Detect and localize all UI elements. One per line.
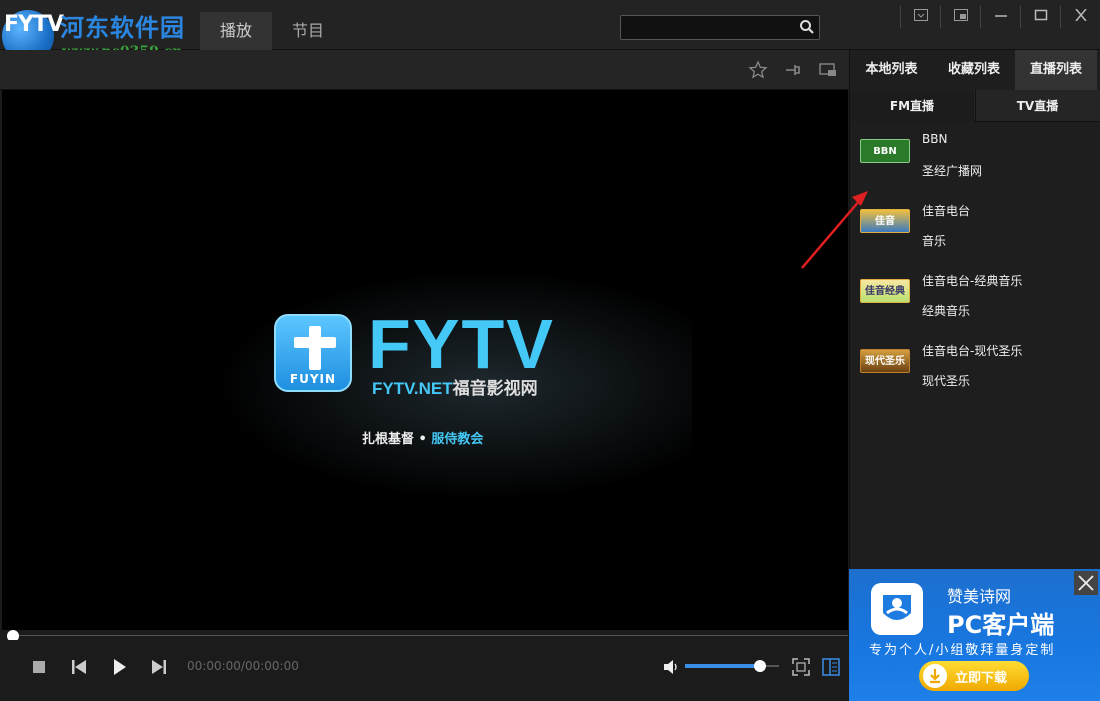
subtab-fm-live[interactable]: FM直播 — [850, 90, 974, 122]
watermark-logo: FYTV 河东软件园 www.pc0359.cn — [0, 2, 200, 62]
play-button[interactable] — [110, 658, 128, 676]
stop-icon — [33, 661, 45, 673]
download-icon — [923, 664, 947, 688]
menu-button[interactable] — [902, 0, 940, 32]
divider — [980, 6, 981, 28]
station-item[interactable]: 佳音经典 佳音电台-经典音乐 经典音乐 — [850, 262, 1100, 330]
ad-title: 赞美诗网 — [947, 587, 1012, 606]
ad-close-button[interactable] — [1074, 571, 1098, 595]
slogan-part-b: 服侍教会 — [431, 432, 484, 447]
minimize-button[interactable] — [982, 0, 1020, 32]
splash-title: FYTV — [368, 305, 555, 383]
splash-site-name: 福音影视网 — [452, 379, 538, 398]
previous-button[interactable] — [70, 658, 88, 676]
station-category: 音乐 — [922, 234, 947, 248]
splash-domain: FYTV.NET — [372, 379, 453, 398]
mini-mode-button[interactable] — [942, 0, 980, 32]
tab-play[interactable]: 播放 — [200, 12, 272, 50]
skip-forward-icon — [152, 660, 166, 674]
speaker-icon — [664, 660, 677, 674]
app-logo-mark: FYTV — [4, 12, 64, 37]
app-icon — [871, 583, 923, 635]
station-item[interactable]: 现代圣乐 佳音电台-现代圣乐 现代圣乐 — [850, 332, 1100, 400]
screen-mode-icon[interactable] — [818, 60, 838, 80]
divider — [940, 6, 941, 28]
station-name: 佳音电台-经典音乐 — [922, 274, 1023, 288]
video-area[interactable]: FUYIN FYTV FYTV.NET福音影视网 扎根基督 • 服侍教会 — [2, 90, 848, 630]
station-logo: 佳音经典 — [860, 279, 910, 303]
live-subtabs: FM直播 TV直播 — [850, 90, 1100, 122]
volume-level — [685, 664, 760, 668]
splash-slogan: 扎根基督 • 服侍教会 — [362, 428, 483, 447]
next-button[interactable] — [150, 658, 168, 676]
slogan-part-a: 扎根基督 — [362, 432, 415, 447]
volume-handle[interactable] — [754, 660, 766, 672]
fuyin-badge-text: FUYIN — [289, 372, 337, 386]
station-category: 经典音乐 — [922, 304, 971, 318]
close-icon — [1078, 575, 1094, 591]
tab-live-list[interactable]: 直播列表 — [1015, 50, 1097, 90]
station-logo: 现代圣乐 — [860, 349, 910, 373]
playlist-icon — [822, 658, 840, 676]
seek-track[interactable] — [12, 635, 848, 636]
divider — [1020, 6, 1021, 28]
seek-bar[interactable] — [2, 630, 848, 642]
divider — [900, 6, 901, 28]
download-button-label: 立即下载 — [955, 671, 1008, 686]
playlist-toggle-button[interactable] — [822, 658, 840, 676]
maximize-icon — [1034, 9, 1048, 21]
search-icon[interactable] — [799, 19, 815, 35]
maximize-button[interactable] — [1022, 0, 1060, 32]
playback-controls: 00:00:00/00:00:00 — [2, 640, 848, 698]
skip-back-icon — [72, 660, 86, 674]
station-category: 现代圣乐 — [922, 374, 971, 388]
station-logo: 佳音 — [860, 209, 910, 233]
volume-button[interactable] — [662, 658, 680, 676]
favorite-star-icon[interactable] — [748, 60, 768, 80]
station-item[interactable]: 佳音 佳音电台 音乐 — [850, 192, 1100, 260]
station-name: BBN — [922, 132, 948, 146]
subtab-tv-live[interactable]: TV直播 — [975, 90, 1099, 122]
tab-local-list[interactable]: 本地列表 — [850, 50, 933, 90]
divider — [1060, 6, 1061, 28]
tab-program[interactable]: 节目 — [272, 12, 344, 50]
download-button[interactable]: 立即下载 — [919, 661, 1029, 691]
play-icon — [114, 659, 126, 675]
station-item[interactable]: BBN BBN 圣经广播网 — [850, 122, 1100, 190]
pin-icon[interactable] — [783, 60, 803, 80]
station-name: 佳音电台-现代圣乐 — [922, 344, 1023, 358]
fuyin-logo-badge: FUYIN — [274, 314, 352, 392]
station-logo: BBN — [860, 139, 910, 163]
promo-banner[interactable]: 赞美诗网 PC客户端 专为个人/小组敬拜量身定制 立即下载 — [849, 569, 1100, 701]
ad-headline: PC客户端 — [947, 611, 1055, 639]
splash-subtitle: FYTV.NET福音影视网 — [372, 374, 538, 399]
watermark-site-name: 河东软件园 — [60, 13, 185, 42]
mini-mode-icon — [954, 9, 968, 21]
slogan-separator: • — [414, 432, 432, 447]
close-icon — [1075, 9, 1087, 21]
stop-button[interactable] — [30, 658, 48, 676]
search-box[interactable] — [620, 15, 820, 40]
station-category: 圣经广播网 — [922, 164, 983, 178]
search-input[interactable] — [625, 18, 795, 37]
fullscreen-icon — [792, 658, 810, 676]
tab-favorites-list[interactable]: 收藏列表 — [933, 50, 1015, 90]
fullscreen-button[interactable] — [792, 658, 810, 676]
title-bar: FYTV 河东软件园 www.pc0359.cn 播放 节目 — [0, 0, 1100, 62]
station-name: 佳音电台 — [922, 204, 971, 218]
dropdown-icon — [914, 9, 928, 21]
cross-icon — [309, 326, 321, 370]
player-toolbar — [0, 50, 849, 90]
time-display: 00:00:00/00:00:00 — [187, 659, 299, 673]
close-button[interactable] — [1062, 0, 1100, 32]
minimize-icon — [995, 15, 1007, 17]
ad-slogan: 专为个人/小组敬拜量身定制 — [869, 643, 1056, 658]
